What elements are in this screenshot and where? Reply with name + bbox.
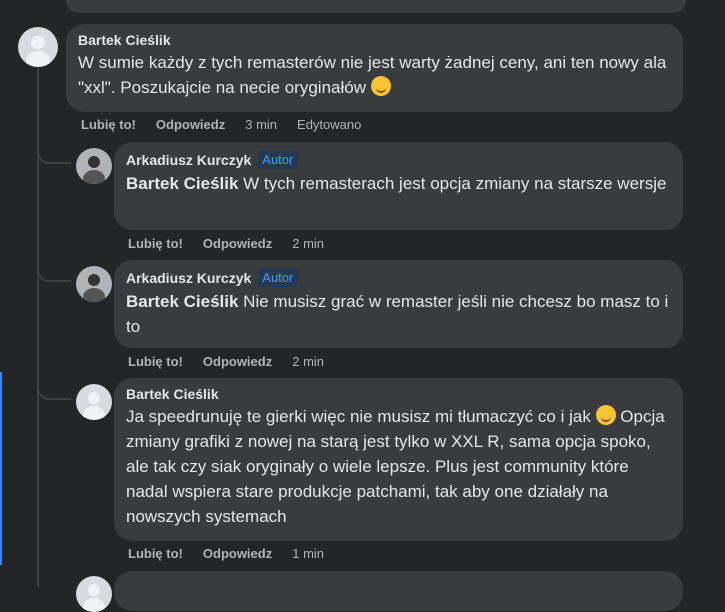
rolling-laughing-emoji-icon: [595, 405, 616, 425]
reply-actions: Lubię to! Odpowiedz 2 min: [128, 354, 324, 369]
timestamp[interactable]: 2 min: [292, 354, 324, 369]
reply-bubble: Bartek Cieślik Ja speedrunuję te gierki …: [114, 378, 683, 541]
edited-label[interactable]: Edytowano: [297, 117, 361, 132]
reply-button[interactable]: Odpowiedz: [203, 546, 272, 561]
like-button[interactable]: Lubię to!: [81, 117, 136, 132]
comment-author[interactable]: Bartek Cieślik: [78, 32, 671, 48]
reply-input-field[interactable]: [114, 571, 683, 611]
reply-button[interactable]: Odpowiedz: [156, 117, 225, 132]
reply-text: Bartek Cieślik W tych remasterach jest o…: [126, 171, 671, 196]
like-button[interactable]: Lubię to!: [128, 354, 183, 369]
reply-author-row: Arkadiusz Kurczyk Autor: [126, 150, 671, 169]
reply-author[interactable]: Arkadiusz Kurczyk: [126, 152, 251, 168]
timestamp[interactable]: 1 min: [292, 546, 324, 561]
avatar[interactable]: [76, 576, 112, 612]
reply-author[interactable]: Arkadiusz Kurczyk: [126, 270, 251, 286]
author-badge: Autor: [257, 268, 299, 287]
reply-body: W tych remasterach jest opcja zmiany na …: [238, 174, 667, 193]
reply-author[interactable]: Bartek Cieślik: [126, 386, 671, 402]
reply-actions: Lubię to! Odpowiedz 2 min: [128, 236, 324, 251]
avatar[interactable]: [76, 266, 112, 302]
comment-bubble: Bartek Cieślik W sumie każdy z tych rema…: [66, 24, 683, 112]
timestamp[interactable]: 3 min: [245, 117, 277, 132]
reply-bubble: Arkadiusz Kurczyk Autor Bartek Cieślik N…: [114, 260, 683, 348]
timestamp[interactable]: 2 min: [292, 236, 324, 251]
comment-text: W sumie każdy z tych remasterów nie jest…: [78, 50, 671, 100]
author-badge: Autor: [257, 150, 299, 169]
reply-button[interactable]: Odpowiedz: [203, 236, 272, 251]
reply-body: Ja speedrunuję te gierki więc nie musisz…: [126, 407, 591, 426]
avatar[interactable]: [76, 148, 112, 184]
mention-link[interactable]: Bartek Cieślik: [126, 174, 238, 193]
reply-bubble: Arkadiusz Kurczyk Autor Bartek Cieślik W…: [114, 142, 683, 230]
comment-actions: Lubię to! Odpowiedz 3 min Edytowano: [81, 117, 361, 132]
reply-text: Bartek Cieślik Nie musisz grać w remaste…: [126, 289, 671, 339]
winking-face-emoji-icon: [370, 76, 391, 96]
avatar[interactable]: [18, 27, 58, 67]
thread-branch: [37, 260, 71, 282]
reply-actions: Lubię to! Odpowiedz 1 min: [128, 546, 324, 561]
thread-branch: [37, 142, 71, 164]
mention-link[interactable]: Bartek Cieślik: [126, 292, 238, 311]
reply-author-row: Arkadiusz Kurczyk Autor: [126, 268, 671, 287]
previous-comment-bubble: [66, 0, 686, 13]
reply-button[interactable]: Odpowiedz: [203, 354, 272, 369]
focus-indicator: [0, 372, 2, 565]
reply-text: Ja speedrunuję te gierki więc nie musisz…: [126, 404, 671, 529]
like-button[interactable]: Lubię to!: [128, 546, 183, 561]
thread-branch: [37, 378, 71, 400]
avatar[interactable]: [76, 384, 112, 420]
like-button[interactable]: Lubię to!: [128, 236, 183, 251]
